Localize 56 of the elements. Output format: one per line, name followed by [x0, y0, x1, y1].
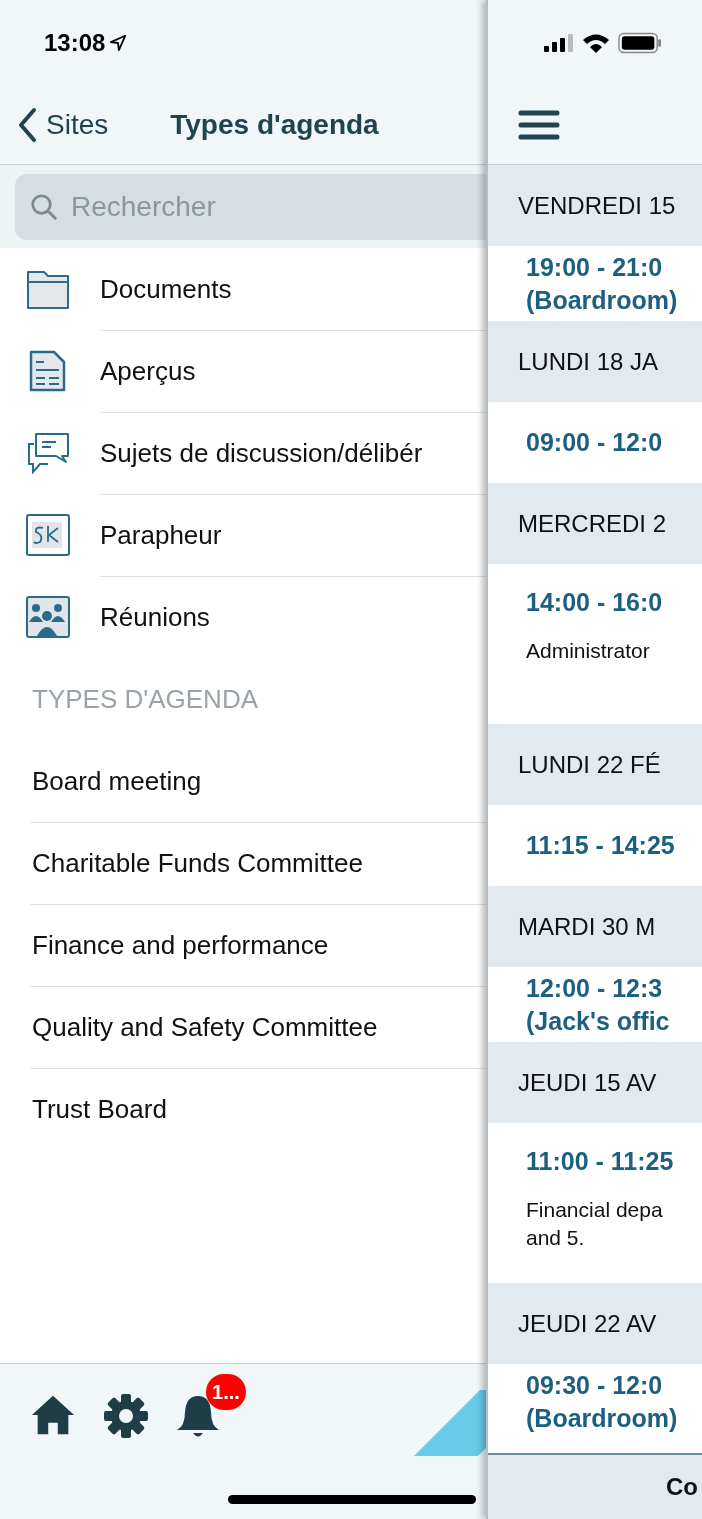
agenda-event[interactable]: 12:00 - 12:3 (Jack's offic: [488, 967, 702, 1042]
back-button[interactable]: Sites: [16, 106, 109, 143]
chevron-left-icon: [16, 106, 38, 143]
agenda-event[interactable]: 14:00 - 16:0 Administrator: [488, 564, 702, 724]
date-header: VENDREDI 15: [518, 191, 676, 220]
menu-item[interactable]: Aperçus: [0, 330, 486, 412]
menu-item[interactable]: Réunions: [0, 576, 486, 658]
agenda-type-item[interactable]: Finance and performance: [0, 904, 486, 986]
event-description: and 5.: [526, 1226, 586, 1250]
agenda-event[interactable]: 11:15 - 14:25: [488, 805, 702, 886]
event-location: (Boardroom): [526, 285, 679, 315]
notification-badge: 1...: [206, 1374, 246, 1410]
event-location: (Boardroom): [526, 1403, 679, 1433]
signal-icon: [544, 32, 574, 53]
event-time: 19:00 - 21:0: [526, 252, 664, 282]
people-icon: [26, 596, 70, 638]
agenda-type-item[interactable]: Charitable Funds Committee: [0, 822, 486, 904]
date-header: MERCREDI 2: [518, 509, 667, 538]
menu-item[interactable]: Sujets de discussion/délibér: [0, 412, 486, 494]
bottom-bar-label: Co: [666, 1473, 698, 1501]
date-header: JEUDI 15 AV: [518, 1068, 657, 1097]
event-time: 14:00 - 16:0: [526, 588, 664, 617]
event-time: 11:15 - 14:25: [526, 831, 676, 860]
battery-icon: [618, 31, 662, 54]
corner-graphic: [414, 1390, 486, 1456]
menu-icon[interactable]: [518, 109, 560, 140]
status-time: 13:08: [44, 28, 106, 57]
agenda-event[interactable]: 19:00 - 21:0 (Boardroom): [488, 246, 702, 321]
menu-item[interactable]: Parapheur: [0, 494, 486, 576]
section-header: TYPES D'AGENDA: [32, 683, 258, 715]
agenda-event[interactable]: 11:00 - 11:25 Financial depa and 5.: [488, 1123, 702, 1283]
event-time: 11:00 - 11:25: [526, 1147, 675, 1176]
event-time: 09:00 - 12:0: [526, 428, 664, 457]
wifi-icon: [582, 32, 610, 53]
agenda-type-item[interactable]: Board meeting: [0, 740, 486, 822]
date-header: LUNDI 22 FÉ: [518, 750, 661, 779]
event-location: (Jack's offic: [526, 1006, 671, 1036]
agenda-type-item[interactable]: Quality and Safety Committee: [0, 986, 486, 1068]
date-header: LUNDI 18 JA: [518, 347, 659, 376]
date-header: MARDI 30 M: [518, 912, 656, 941]
menu-item[interactable]: Documents: [0, 248, 486, 330]
location-arrow-icon: [109, 33, 128, 52]
agenda-event[interactable]: 09:00 - 12:0: [488, 402, 702, 483]
agenda-event[interactable]: 09:30 - 12:0 (Boardroom): [488, 1364, 702, 1439]
agenda-type-item[interactable]: Trust Board: [0, 1068, 486, 1150]
event-description: Administrator: [526, 639, 651, 663]
date-header: JEUDI 22 AV: [518, 1309, 657, 1338]
screen-title: Types d'agenda: [170, 108, 379, 141]
settings-icon[interactable]: [102, 1392, 150, 1440]
event-description: Financial depa: [526, 1198, 664, 1222]
event-time: 12:00 - 12:3: [526, 973, 664, 1003]
signature-icon: [26, 514, 70, 556]
search-field[interactable]: Rechercher: [15, 173, 486, 240]
folder-icon: [26, 268, 70, 310]
event-time: 09:30 - 12:0: [526, 1370, 664, 1400]
chat-bubbles-icon: [26, 432, 70, 474]
